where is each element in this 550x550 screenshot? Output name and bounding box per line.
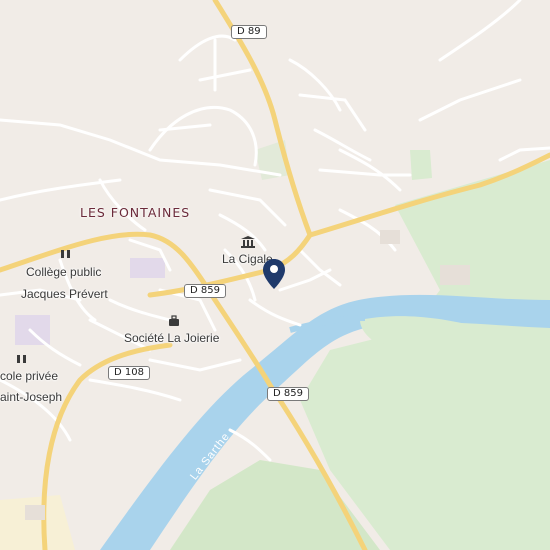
place-label-ecole-line1[interactable]: cole privée bbox=[0, 369, 58, 383]
road-label-d859-north: D 859 bbox=[184, 284, 226, 298]
place-label-ecole-line2[interactable]: aint-Joseph bbox=[0, 390, 62, 404]
road-label-d89: D 89 bbox=[231, 25, 267, 39]
sand-area bbox=[0, 495, 75, 550]
museum-icon[interactable] bbox=[241, 236, 255, 248]
place-label-college-line1[interactable]: Collège public bbox=[26, 265, 101, 279]
road-label-d108: D 108 bbox=[108, 366, 150, 380]
company-icon[interactable] bbox=[168, 315, 180, 327]
map-view[interactable]: D 89 D 859 D 859 D 108 LES FONTAINES Col… bbox=[0, 0, 550, 550]
road-label-d859-south: D 859 bbox=[267, 387, 309, 401]
location-pin-icon[interactable] bbox=[262, 258, 286, 290]
school-ground-1 bbox=[130, 258, 165, 278]
town-label: LES FONTAINES bbox=[80, 205, 191, 220]
field-green bbox=[410, 150, 432, 180]
park-area-east bbox=[300, 160, 550, 550]
school-icon-2[interactable] bbox=[16, 353, 28, 365]
place-label-college-line2[interactable]: Jacques Prévert bbox=[21, 287, 108, 301]
school-ground-2 bbox=[15, 315, 50, 345]
school-icon[interactable] bbox=[60, 248, 72, 260]
place-label-societe[interactable]: Société La Joierie bbox=[124, 331, 219, 345]
